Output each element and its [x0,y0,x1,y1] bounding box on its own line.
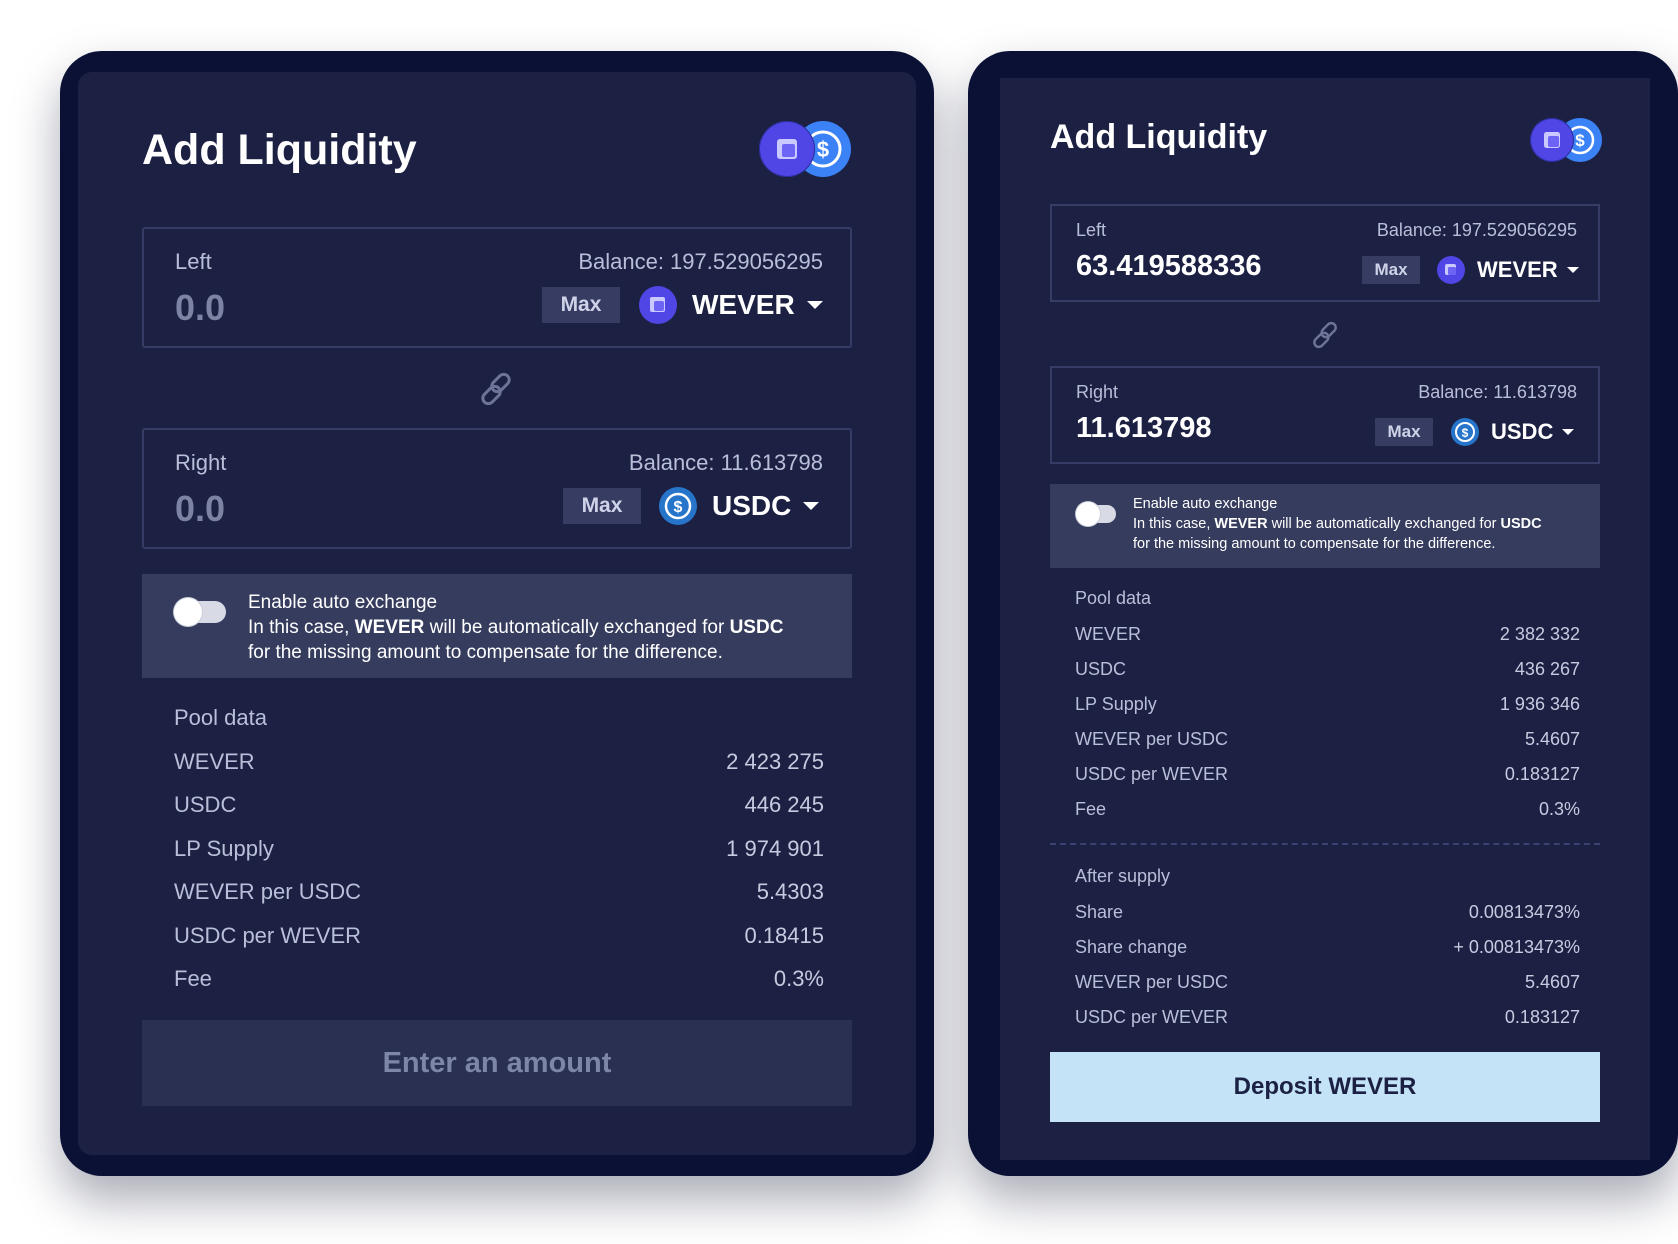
svg-text:$: $ [674,499,683,516]
right-amount-field[interactable]: Right Balance: 11.613798 11.613798 Max $… [1050,366,1600,464]
auto-exchange-description: In this case, WEVER will be automaticall… [248,617,784,638]
pool-data-row: USDC 446 245 [174,792,824,817]
auto-exchange-description: In this case, WEVER will be automaticall… [1133,516,1542,532]
usdc-icon: $ [658,486,698,526]
auto-exchange-text: Enable auto exchange In this case, WEVER… [1133,494,1542,554]
pool-data-row: LP Supply 1 936 346 [1075,694,1580,714]
field-balance: Balance: 11.613798 [628,450,823,475]
field-balance: Balance: 197.529056295 [578,249,823,274]
token-select[interactable]: $ USDC [1450,416,1575,448]
field-label: Right [175,450,227,475]
chevron-down-icon [806,301,823,309]
after-supply-row: Share change + 0.00813473% [1075,937,1580,957]
pool-data-row: USDC per WEVER 0.183127 [1075,764,1580,784]
field-label: Left [175,249,212,274]
auto-exchange-title: Enable auto exchange [248,592,438,613]
auto-exchange-panel: Enable auto exchange In this case, WEVER… [1050,484,1600,568]
auto-exchange-description-line: for the missing amount to compensate for… [248,642,723,663]
page-title: Add Liquidity [142,126,417,174]
wever-icon [638,285,678,325]
svg-text:$: $ [817,137,829,162]
usdc-icon: $ [1450,417,1480,447]
svg-text:$: $ [1575,131,1585,150]
after-supply-title: After supply [1075,866,1171,886]
toggle-knob [1076,502,1100,526]
wever-icon [1436,255,1466,285]
pool-data-row: Fee 0.3% [174,966,824,991]
field-label: Left [1076,220,1107,240]
after-supply-row: USDC per WEVER 0.183127 [1075,1007,1580,1027]
auto-exchange-text: Enable auto exchange In this case, WEVER… [248,590,783,665]
max-button[interactable]: Max [563,488,641,524]
token-symbol: WEVER [692,289,795,320]
section-divider [1050,843,1600,845]
pool-data-title: Pool data [174,705,267,730]
pool-data-row: WEVER per USDC 5.4303 [174,879,824,904]
pool-data-row: LP Supply 1 974 901 [174,836,824,861]
svg-text:$: $ [1462,426,1469,440]
left-amount-field[interactable]: Left Balance: 197.529056295 63.419588336… [1050,204,1600,302]
toggle-knob [174,598,202,626]
pool-data-row: Fee 0.3% [1075,799,1580,819]
link-icon[interactable] [1308,318,1342,352]
wever-icon [1530,118,1574,162]
field-label: Right [1076,382,1119,402]
deposit-button[interactable]: Deposit WEVER [1050,1052,1600,1122]
auto-exchange-toggle[interactable] [174,598,226,626]
max-button[interactable]: Max [542,287,620,323]
wever-icon [759,121,815,177]
chevron-down-icon [1562,429,1575,435]
auto-exchange-toggle[interactable] [1076,502,1116,526]
auto-exchange-title: Enable auto exchange [1133,496,1278,512]
auto-exchange-description-line: for the missing amount to compensate for… [1133,536,1496,552]
token-select[interactable]: WEVER [638,285,823,325]
amount-input[interactable]: 63.419588336 [1076,250,1261,283]
token-select[interactable]: WEVER [1436,254,1579,286]
auto-exchange-panel: Enable auto exchange In this case, WEVER… [142,574,852,678]
chevron-down-icon [1566,267,1579,273]
token-symbol: WEVER [1477,257,1558,282]
pool-data-row: WEVER 2 423 275 [174,749,824,774]
amount-input[interactable]: 0.0 [175,488,225,530]
after-supply-row: Share 0.00813473% [1075,902,1580,922]
field-balance: Balance: 11.613798 [1418,382,1577,402]
left-amount-field[interactable]: Left Balance: 197.529056295 0.0 Max WEVE… [142,227,852,348]
after-supply-row: WEVER per USDC 5.4607 [1075,972,1580,992]
pair-logo: $ [1530,118,1602,162]
token-symbol: USDC [712,490,792,521]
pool-data-row: USDC 436 267 [1075,659,1580,679]
pair-logo: $ [759,121,851,177]
link-icon[interactable] [475,368,517,410]
chevron-down-icon [803,502,820,510]
field-balance: Balance: 197.529056295 [1376,220,1577,240]
amount-input[interactable]: 0.0 [175,287,225,329]
page-title: Add Liquidity [1050,118,1268,156]
max-button[interactable]: Max [1362,256,1420,284]
pool-data-row: WEVER 2 382 332 [1075,624,1580,644]
enter-amount-button[interactable]: Enter an amount [142,1020,852,1106]
pool-data-row: WEVER per USDC 5.4607 [1075,729,1580,749]
token-select[interactable]: $ USDC [658,486,820,526]
max-button[interactable]: Max [1375,418,1433,446]
token-symbol: USDC [1491,419,1554,444]
right-amount-field[interactable]: Right Balance: 11.613798 0.0 Max $ USDC [142,428,852,549]
amount-input[interactable]: 11.613798 [1076,412,1211,445]
pool-data-title: Pool data [1075,588,1152,608]
pool-data-row: USDC per WEVER 0.18415 [174,923,824,948]
